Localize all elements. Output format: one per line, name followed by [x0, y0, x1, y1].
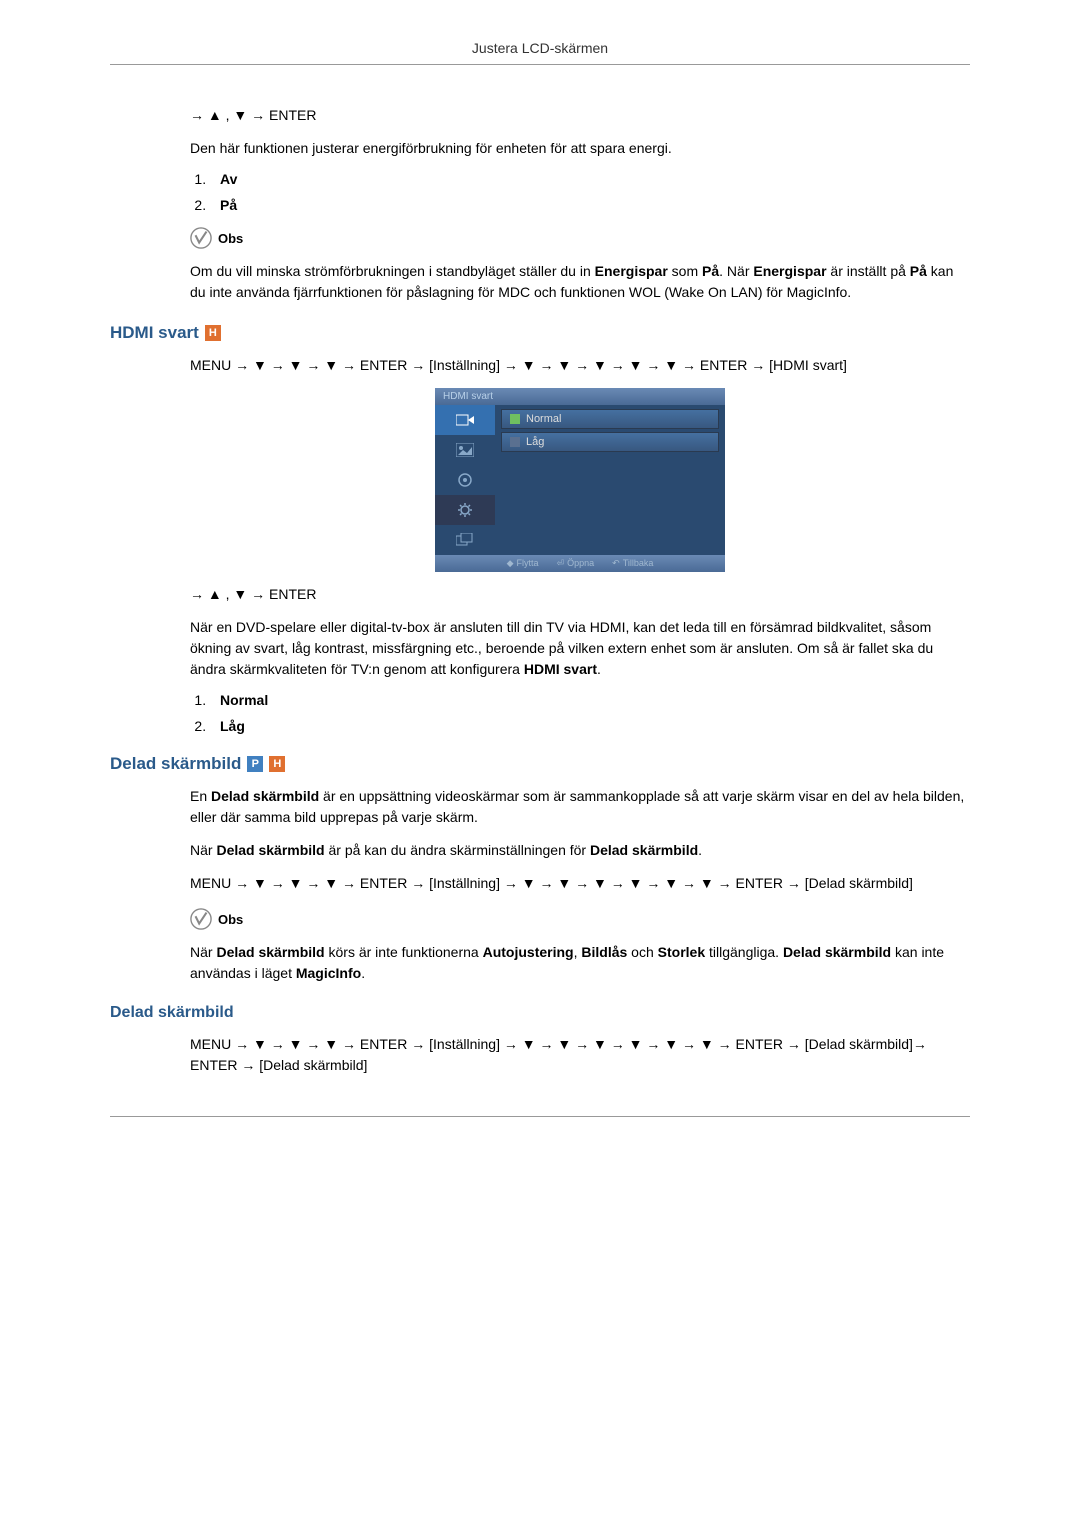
osd-menu: HDMI svart — [435, 388, 725, 572]
badge-p-icon: P — [247, 756, 263, 772]
subsection-title-delad-skarmbild: Delad skärmbild — [110, 1004, 970, 1022]
option-label: Normal — [220, 692, 268, 708]
note-row: Obs — [190, 908, 970, 930]
option-label: Låg — [220, 718, 245, 734]
osd-footer-move: Flytta — [507, 558, 539, 569]
option-list-energispar: Av På — [210, 171, 970, 213]
list-item: På — [210, 197, 970, 213]
list-item: Av — [210, 171, 970, 187]
option-label: På — [220, 197, 237, 213]
osd-footer: Flytta Öppna Tillbaka — [435, 555, 725, 572]
osd-tab-input-icon[interactable] — [435, 405, 495, 435]
osd-sidebar — [435, 405, 495, 555]
hdmi-description: När en DVD-spelare eller digital-tv-box … — [190, 617, 970, 680]
note-label: Obs — [218, 231, 243, 246]
section-title-text: Delad skärmbild — [110, 754, 241, 774]
osd-footer-open: Öppna — [557, 558, 595, 569]
osd-titlebar: HDMI svart — [435, 388, 725, 405]
check-icon — [510, 437, 520, 447]
note-text: Om du vill minska strömförbrukningen i s… — [190, 261, 970, 303]
osd-options: Normal Låg — [495, 405, 725, 555]
osd-option[interactable]: Normal — [501, 409, 719, 429]
note-icon — [190, 227, 212, 249]
nav-sequence: → ▲ , ▼ → ENTER — [190, 584, 970, 605]
osd-tab-picture-icon[interactable] — [435, 435, 495, 465]
osd-body: Normal Låg — [435, 405, 725, 555]
osd-option[interactable]: Låg — [501, 432, 719, 452]
osd-tab-setup-icon[interactable] — [435, 495, 495, 525]
osd-option-label: Låg — [526, 436, 544, 448]
note-row: Obs — [190, 227, 970, 249]
option-list-hdmi: Normal Låg — [210, 692, 970, 734]
note-label: Obs — [218, 912, 243, 927]
option-label: Av — [220, 171, 237, 187]
list-item: Normal — [210, 692, 970, 708]
nav-sequence: MENU → ▼ → ▼ → ▼ → ENTER → [Inställning]… — [190, 873, 970, 894]
osd-tab-multi-icon[interactable] — [435, 525, 495, 555]
section-title-text: HDMI svart — [110, 323, 199, 343]
header-title: Justera LCD-skärmen — [472, 40, 608, 56]
list-item: Låg — [210, 718, 970, 734]
check-icon — [510, 414, 520, 424]
osd-option-label: Normal — [526, 413, 561, 425]
nav-sequence: → ▲ , ▼ → ENTER — [190, 105, 970, 126]
badge-h-icon: H — [269, 756, 285, 772]
delad-para-1: En Delad skärmbild är en uppsättning vid… — [190, 786, 970, 828]
note-text: När Delad skärmbild körs är inte funktio… — [190, 942, 970, 984]
nav-sequence: MENU → ▼ → ▼ → ▼ → ENTER → [Inställning]… — [190, 355, 970, 376]
nav-sequence: MENU → ▼ → ▼ → ▼ → ENTER → [Inställning]… — [190, 1034, 970, 1076]
note-icon — [190, 908, 212, 930]
page-header: Justera LCD-skärmen — [110, 40, 970, 65]
section-title-hdmi-svart: HDMI svart H — [110, 323, 970, 343]
section-title-delad-skarmbild: Delad skärmbild P H — [110, 754, 970, 774]
badge-h-icon: H — [205, 325, 221, 341]
osd-footer-back: Tillbaka — [612, 558, 653, 569]
osd-tab-sound-icon[interactable] — [435, 465, 495, 495]
intro-text: Den här funktionen justerar energiförbru… — [190, 138, 970, 159]
delad-para-2: När Delad skärmbild är på kan du ändra s… — [190, 840, 970, 861]
footer-divider — [110, 1116, 970, 1117]
